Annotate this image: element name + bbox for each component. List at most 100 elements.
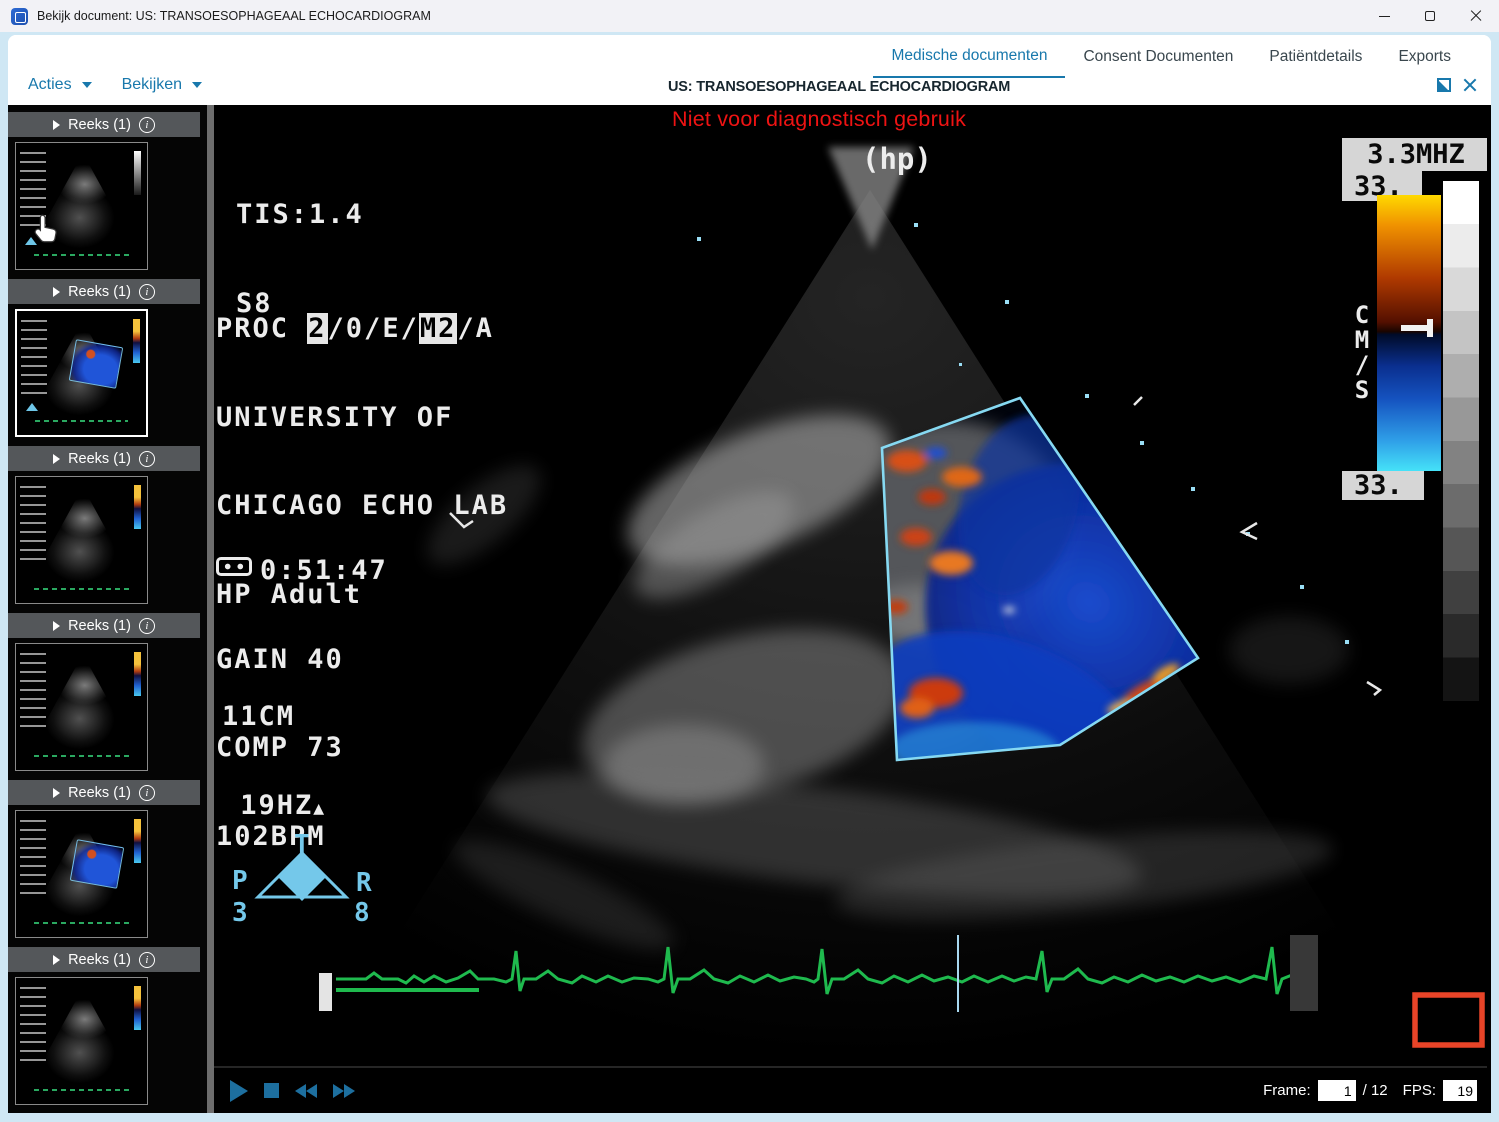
fps-input[interactable] (1443, 1080, 1477, 1101)
series-section: Reeks (1) (8, 613, 207, 775)
series-header[interactable]: Reeks (1) (8, 613, 200, 638)
colorbar-marker (1401, 325, 1427, 331)
thumb-ecg-trace (35, 420, 128, 422)
acties-menu[interactable]: Acties (28, 76, 92, 94)
thumbnail-image[interactable] (15, 643, 148, 771)
thumbnail-image-selected[interactable] (15, 309, 148, 437)
thumb-overlay-text (20, 987, 46, 1065)
info-icon[interactable] (139, 952, 155, 968)
collapse-arrow-icon (53, 621, 60, 631)
collapse-arrow-icon (53, 955, 60, 965)
orientation-left: P (232, 866, 248, 896)
series-section: Reeks (1) (8, 279, 207, 441)
time-value: 0:51:47 (260, 555, 388, 586)
tab-medische-documenten[interactable]: Medische documenten (873, 35, 1065, 78)
red-highlight-rectangle (1415, 995, 1482, 1045)
series-header[interactable]: Reeks (1) (8, 112, 200, 137)
thumb-overlay-text (20, 486, 46, 564)
series-header[interactable]: Reeks (1) (8, 947, 200, 972)
collapse-arrow-icon (53, 287, 60, 297)
play-button[interactable] (230, 1080, 248, 1102)
hand-cursor-icon (32, 213, 59, 244)
collapse-arrow-icon (53, 454, 60, 464)
info-icon[interactable] (139, 117, 155, 133)
orientation-bottom-right: 8 (354, 898, 370, 925)
window-title: Bekijk document: US: TRANSOESOPHAGEAAL E… (37, 9, 431, 23)
series-section: Reeks (1) (8, 446, 207, 608)
tab-consent-documenten[interactable]: Consent Documenten (1065, 35, 1251, 78)
series-sidebar: Reeks (1) Reeks (1) (8, 105, 207, 1113)
tis-value: TIS:1.4 (236, 200, 419, 230)
orientation-bottom-left: 3 (232, 898, 248, 925)
series-section: Reeks (1) (8, 112, 207, 274)
close-button[interactable] (1453, 0, 1499, 32)
proc-flag-2: 2 (307, 313, 327, 344)
series-label: Reeks (1) (68, 952, 131, 968)
fast-forward-button[interactable] (333, 1084, 355, 1098)
stop-button[interactable] (264, 1083, 279, 1098)
thumbnail-image[interactable] (15, 977, 148, 1105)
thumb-ultrasound-fan (40, 487, 126, 585)
sidebar-divider[interactable] (207, 105, 214, 1113)
info-icon[interactable] (139, 451, 155, 467)
fast-forward-icon (333, 1084, 344, 1098)
ultrasound-viewport[interactable]: Niet voor diagnostisch gebruik TIS:1.4 S… (214, 105, 1487, 1066)
main-panel: Medische documenten Consent Documenten P… (8, 35, 1491, 1113)
thumb-colorbar (134, 652, 141, 696)
maximize-icon (1425, 11, 1435, 21)
ecg-sweep-origin (319, 973, 332, 1011)
thumb-ultrasound-fan (40, 988, 126, 1086)
velocity-unit-label: CM /S (1350, 303, 1374, 403)
thumb-overlay-text (20, 820, 46, 898)
expand-window-icon[interactable] (1437, 78, 1451, 92)
thumb-colorbar (134, 819, 141, 863)
thumb-orientation-marker (26, 403, 38, 411)
collapse-arrow-icon (53, 788, 60, 798)
app-icon (11, 8, 28, 25)
bekijken-menu[interactable]: Bekijken (122, 76, 202, 94)
maximize-button[interactable] (1407, 0, 1453, 32)
thumb-ecg-trace (34, 922, 128, 924)
tab-exports[interactable]: Exports (1380, 35, 1469, 78)
info-icon[interactable] (139, 284, 155, 300)
series-header[interactable]: Reeks (1) (8, 446, 200, 471)
info-icon[interactable] (139, 618, 155, 634)
tab-patientdetails[interactable]: Patiëntdetails (1251, 35, 1380, 78)
viewer-column: Niet voor diagnostisch gebruik TIS:1.4 S… (214, 105, 1487, 1113)
ecg-end-block (1290, 935, 1318, 1011)
series-label: Reeks (1) (68, 284, 131, 300)
acties-label: Acties (28, 76, 72, 94)
not-for-diagnostic-warning: Niet voor diagnostisch gebruik (672, 107, 966, 132)
collapse-arrow-icon (53, 120, 60, 130)
series-header[interactable]: Reeks (1) (8, 780, 200, 805)
thumbnail-image[interactable] (15, 142, 148, 270)
sector-fan (354, 190, 1386, 1066)
thumbnail-image[interactable] (15, 476, 148, 604)
series-header[interactable]: Reeks (1) (8, 279, 200, 304)
stop-icon (264, 1083, 279, 1098)
minimize-button[interactable] (1361, 0, 1407, 32)
orientation-top: T (294, 833, 310, 860)
close-icon (1470, 10, 1482, 22)
thumb-doppler-box (69, 339, 124, 389)
proc-line: PROC 2/0/E/M2/A (216, 314, 508, 344)
series-label: Reeks (1) (68, 785, 131, 801)
thumb-doppler-box (70, 839, 125, 889)
chevron-down-icon (192, 82, 202, 88)
thumb-ecg-trace (34, 1089, 128, 1091)
grayscale-bar (1443, 181, 1479, 701)
thumb-ecg-trace (34, 254, 128, 256)
info-icon[interactable] (139, 785, 155, 801)
close-viewer-icon[interactable] (1463, 78, 1477, 92)
thumb-overlay-text (20, 653, 46, 731)
tab-bar: Medische documenten Consent Documenten P… (8, 35, 1491, 78)
rewind-button[interactable] (295, 1084, 317, 1098)
content-row: Reeks (1) Reeks (1) (8, 105, 1491, 1113)
series-label: Reeks (1) (68, 451, 131, 467)
rewind-icon (295, 1084, 306, 1098)
thumb-colorbar (134, 986, 141, 1030)
frame-input[interactable] (1318, 1080, 1356, 1101)
frequency-readout: 3.3MHZ (1342, 138, 1487, 171)
depth-value: 11CM (222, 702, 405, 732)
thumbnail-image[interactable] (15, 810, 148, 938)
